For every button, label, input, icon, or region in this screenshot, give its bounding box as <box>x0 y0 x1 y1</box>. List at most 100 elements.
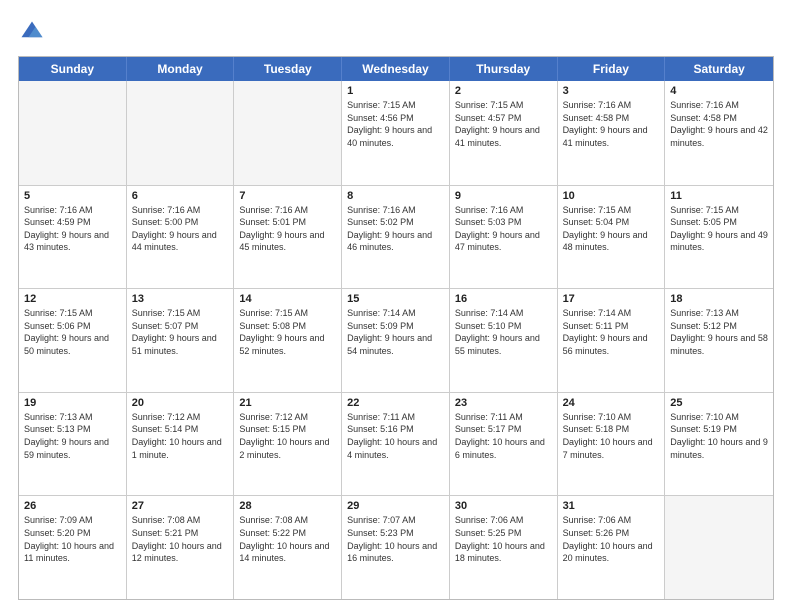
day-number: 8 <box>347 190 444 202</box>
day-details: Sunrise: 7:15 AM Sunset: 5:07 PM Dayligh… <box>132 307 229 357</box>
calendar-header: SundayMondayTuesdayWednesdayThursdayFrid… <box>19 57 773 81</box>
day-cell-23: 23 Sunrise: 7:11 AM Sunset: 5:17 PM Dayli… <box>450 393 558 496</box>
day-number: 20 <box>132 397 229 409</box>
day-number: 4 <box>670 85 768 97</box>
day-number: 21 <box>239 397 336 409</box>
header-day-saturday: Saturday <box>665 57 773 81</box>
day-cell-15: 15 Sunrise: 7:14 AM Sunset: 5:09 PM Dayli… <box>342 289 450 392</box>
day-number: 19 <box>24 397 121 409</box>
day-details: Sunrise: 7:15 AM Sunset: 5:05 PM Dayligh… <box>670 204 768 254</box>
header-day-monday: Monday <box>127 57 235 81</box>
day-cell-1: 1 Sunrise: 7:15 AM Sunset: 4:56 PM Daylig… <box>342 81 450 185</box>
day-details: Sunrise: 7:10 AM Sunset: 5:18 PM Dayligh… <box>563 411 660 461</box>
day-cell-5: 5 Sunrise: 7:16 AM Sunset: 4:59 PM Daylig… <box>19 186 127 289</box>
empty-cell <box>234 81 342 185</box>
day-cell-14: 14 Sunrise: 7:15 AM Sunset: 5:08 PM Dayli… <box>234 289 342 392</box>
day-number: 25 <box>670 397 768 409</box>
header-day-sunday: Sunday <box>19 57 127 81</box>
day-details: Sunrise: 7:14 AM Sunset: 5:11 PM Dayligh… <box>563 307 660 357</box>
day-number: 16 <box>455 293 552 305</box>
day-cell-12: 12 Sunrise: 7:15 AM Sunset: 5:06 PM Dayli… <box>19 289 127 392</box>
day-cell-11: 11Sunrise: 7:15 AM Sunset: 5:05 PM Dayli… <box>665 186 773 289</box>
day-number: 1 <box>347 85 444 97</box>
day-number: 5 <box>24 190 121 202</box>
day-details: Sunrise: 7:16 AM Sunset: 4:58 PM Dayligh… <box>563 99 660 149</box>
day-number: 13 <box>132 293 229 305</box>
day-number: 23 <box>455 397 552 409</box>
day-cell-24: 24 Sunrise: 7:10 AM Sunset: 5:18 PM Dayli… <box>558 393 666 496</box>
day-details: Sunrise: 7:16 AM Sunset: 5:01 PM Dayligh… <box>239 204 336 254</box>
calendar-row-1: 1 Sunrise: 7:15 AM Sunset: 4:56 PM Daylig… <box>19 81 773 185</box>
empty-cell <box>127 81 235 185</box>
day-cell-28: 28 Sunrise: 7:08 AM Sunset: 5:22 PM Dayli… <box>234 496 342 599</box>
day-cell-9: 9Sunrise: 7:16 AM Sunset: 5:03 PM Daylig… <box>450 186 558 289</box>
day-cell-20: 20 Sunrise: 7:12 AM Sunset: 5:14 PM Dayli… <box>127 393 235 496</box>
header-day-wednesday: Wednesday <box>342 57 450 81</box>
day-cell-4: 4Sunrise: 7:16 AM Sunset: 4:58 PM Daylig… <box>665 81 773 185</box>
day-details: Sunrise: 7:11 AM Sunset: 5:16 PM Dayligh… <box>347 411 444 461</box>
day-details: Sunrise: 7:09 AM Sunset: 5:20 PM Dayligh… <box>24 514 121 564</box>
day-details: Sunrise: 7:11 AM Sunset: 5:17 PM Dayligh… <box>455 411 552 461</box>
day-details: Sunrise: 7:08 AM Sunset: 5:22 PM Dayligh… <box>239 514 336 564</box>
page: SundayMondayTuesdayWednesdayThursdayFrid… <box>0 0 792 612</box>
day-number: 30 <box>455 500 552 512</box>
day-cell-17: 17 Sunrise: 7:14 AM Sunset: 5:11 PM Dayli… <box>558 289 666 392</box>
day-details: Sunrise: 7:15 AM Sunset: 5:08 PM Dayligh… <box>239 307 336 357</box>
day-details: Sunrise: 7:15 AM Sunset: 5:04 PM Dayligh… <box>563 204 660 254</box>
day-number: 28 <box>239 500 336 512</box>
day-cell-30: 30 Sunrise: 7:06 AM Sunset: 5:25 PM Dayli… <box>450 496 558 599</box>
day-details: Sunrise: 7:06 AM Sunset: 5:26 PM Dayligh… <box>563 514 660 564</box>
day-number: 10 <box>563 190 660 202</box>
day-cell-2: 2 Sunrise: 7:15 AM Sunset: 4:57 PM Daylig… <box>450 81 558 185</box>
day-cell-7: 7Sunrise: 7:16 AM Sunset: 5:01 PM Daylig… <box>234 186 342 289</box>
day-number: 31 <box>563 500 660 512</box>
day-number: 18 <box>670 293 768 305</box>
day-cell-21: 21Sunrise: 7:12 AM Sunset: 5:15 PM Dayli… <box>234 393 342 496</box>
day-cell-10: 10 Sunrise: 7:15 AM Sunset: 5:04 PM Dayli… <box>558 186 666 289</box>
day-number: 14 <box>239 293 336 305</box>
header-day-thursday: Thursday <box>450 57 558 81</box>
day-cell-16: 16 Sunrise: 7:14 AM Sunset: 5:10 PM Dayli… <box>450 289 558 392</box>
day-number: 15 <box>347 293 444 305</box>
day-cell-13: 13 Sunrise: 7:15 AM Sunset: 5:07 PM Dayli… <box>127 289 235 392</box>
day-details: Sunrise: 7:14 AM Sunset: 5:09 PM Dayligh… <box>347 307 444 357</box>
day-cell-25: 25 Sunrise: 7:10 AM Sunset: 5:19 PM Dayli… <box>665 393 773 496</box>
day-details: Sunrise: 7:13 AM Sunset: 5:13 PM Dayligh… <box>24 411 121 461</box>
day-number: 2 <box>455 85 552 97</box>
day-number: 12 <box>24 293 121 305</box>
day-number: 27 <box>132 500 229 512</box>
day-details: Sunrise: 7:08 AM Sunset: 5:21 PM Dayligh… <box>132 514 229 564</box>
day-cell-8: 8Sunrise: 7:16 AM Sunset: 5:02 PM Daylig… <box>342 186 450 289</box>
day-number: 24 <box>563 397 660 409</box>
day-details: Sunrise: 7:12 AM Sunset: 5:14 PM Dayligh… <box>132 411 229 461</box>
day-cell-3: 3 Sunrise: 7:16 AM Sunset: 4:58 PM Daylig… <box>558 81 666 185</box>
day-details: Sunrise: 7:15 AM Sunset: 4:56 PM Dayligh… <box>347 99 444 149</box>
day-details: Sunrise: 7:16 AM Sunset: 4:59 PM Dayligh… <box>24 204 121 254</box>
day-number: 26 <box>24 500 121 512</box>
day-details: Sunrise: 7:10 AM Sunset: 5:19 PM Dayligh… <box>670 411 768 461</box>
calendar-body: 1 Sunrise: 7:15 AM Sunset: 4:56 PM Daylig… <box>19 81 773 599</box>
day-details: Sunrise: 7:14 AM Sunset: 5:10 PM Dayligh… <box>455 307 552 357</box>
calendar-row-2: 5 Sunrise: 7:16 AM Sunset: 4:59 PM Daylig… <box>19 185 773 289</box>
logo-icon <box>18 18 46 46</box>
day-cell-6: 6 Sunrise: 7:16 AM Sunset: 5:00 PM Daylig… <box>127 186 235 289</box>
header-day-friday: Friday <box>558 57 666 81</box>
logo <box>18 18 50 46</box>
day-cell-19: 19 Sunrise: 7:13 AM Sunset: 5:13 PM Dayli… <box>19 393 127 496</box>
day-number: 6 <box>132 190 229 202</box>
day-number: 17 <box>563 293 660 305</box>
day-details: Sunrise: 7:15 AM Sunset: 4:57 PM Dayligh… <box>455 99 552 149</box>
day-details: Sunrise: 7:16 AM Sunset: 5:00 PM Dayligh… <box>132 204 229 254</box>
day-details: Sunrise: 7:06 AM Sunset: 5:25 PM Dayligh… <box>455 514 552 564</box>
calendar: SundayMondayTuesdayWednesdayThursdayFrid… <box>18 56 774 600</box>
day-details: Sunrise: 7:15 AM Sunset: 5:06 PM Dayligh… <box>24 307 121 357</box>
day-number: 3 <box>563 85 660 97</box>
empty-cell <box>19 81 127 185</box>
day-cell-27: 27 Sunrise: 7:08 AM Sunset: 5:21 PM Dayli… <box>127 496 235 599</box>
day-cell-31: 31 Sunrise: 7:06 AM Sunset: 5:26 PM Dayli… <box>558 496 666 599</box>
day-number: 29 <box>347 500 444 512</box>
day-cell-22: 22Sunrise: 7:11 AM Sunset: 5:16 PM Dayli… <box>342 393 450 496</box>
day-details: Sunrise: 7:07 AM Sunset: 5:23 PM Dayligh… <box>347 514 444 564</box>
calendar-row-5: 26 Sunrise: 7:09 AM Sunset: 5:20 PM Dayli… <box>19 495 773 599</box>
day-details: Sunrise: 7:16 AM Sunset: 5:03 PM Dayligh… <box>455 204 552 254</box>
